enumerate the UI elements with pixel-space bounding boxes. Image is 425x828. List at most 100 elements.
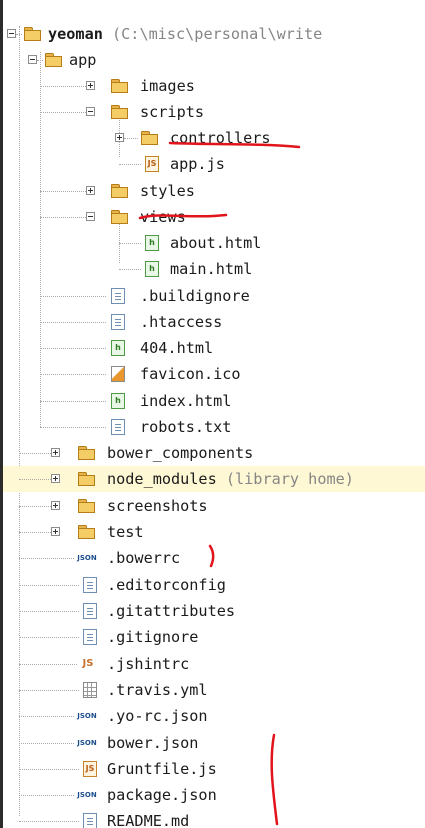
tree-node-scripts[interactable]: scripts: [3, 99, 425, 125]
tree-connector: [40, 217, 86, 218]
tree-node-yo-rc[interactable]: JSON .yo-rc.json: [3, 703, 425, 729]
node-label: scripts: [140, 103, 205, 121]
expand-toggle-icon[interactable]: [51, 448, 60, 457]
json-file-icon: JSON: [77, 554, 97, 562]
node-label: .travis.yml: [107, 681, 208, 699]
text-file-icon: [111, 419, 125, 435]
tree-connector: [19, 664, 77, 665]
collapse-toggle-icon[interactable]: [86, 107, 95, 116]
node-label: node_modules (library home): [107, 469, 354, 489]
folder-icon: [111, 79, 128, 93]
node-label: index.html: [140, 392, 232, 410]
node-label: robots.txt: [140, 418, 232, 436]
tree-node-gitattributes[interactable]: .gitattributes: [3, 598, 425, 624]
tree-node-bowerrc[interactable]: JSON .bowerrc: [3, 545, 425, 571]
folder-icon: [78, 525, 95, 539]
tree-node-jshintrc[interactable]: JS .jshintrc: [3, 651, 425, 677]
tree-node-app[interactable]: app: [3, 47, 425, 73]
tree-connector: [19, 637, 79, 638]
tree-node-buildignore[interactable]: .buildignore: [3, 283, 425, 309]
js-file-icon: JS: [145, 156, 159, 172]
tree-node-index-html[interactable]: h index.html: [3, 388, 425, 414]
node-label: bower.json: [107, 734, 199, 752]
tree-node-app-js[interactable]: JS app.js: [3, 151, 425, 177]
tree-connector: [19, 716, 74, 717]
tree-node-htaccess[interactable]: .htaccess: [3, 309, 425, 335]
tree-connector: [40, 296, 106, 297]
tree-node-editorconfig[interactable]: .editorconfig: [3, 572, 425, 598]
tree-node-screenshots[interactable]: screenshots: [3, 493, 425, 519]
expand-toggle-icon[interactable]: [51, 527, 60, 536]
json-file-icon: JSON: [77, 712, 97, 720]
tree-node-readme[interactable]: README.md: [3, 808, 425, 828]
tree-node-main-html[interactable]: h main.html: [3, 256, 425, 282]
tree-connector: [124, 138, 138, 139]
node-label: .yo-rc.json: [107, 707, 208, 725]
tree-connector: [19, 821, 79, 822]
html-file-icon: h: [145, 235, 159, 251]
tree-connector: [19, 453, 51, 454]
tree-node-controllers[interactable]: controllers: [3, 125, 425, 151]
tree-node-test[interactable]: test: [3, 519, 425, 545]
node-label: controllers: [170, 129, 271, 147]
expand-toggle-icon[interactable]: [86, 81, 95, 90]
tree-connector: [19, 506, 51, 507]
tree-node-about-html[interactable]: h about.html: [3, 230, 425, 256]
node-label: styles: [140, 182, 195, 200]
tree-connector: [119, 164, 141, 165]
tree-node-404-html[interactable]: h 404.html: [3, 335, 425, 361]
tree-node-bower-components[interactable]: bower_components: [3, 440, 425, 466]
tree-node-views[interactable]: views: [3, 204, 425, 230]
tree-connector: [19, 769, 79, 770]
node-label: .jshintrc: [107, 655, 190, 673]
node-label: main.html: [170, 260, 253, 278]
tree-node-gruntfile[interactable]: JS Gruntfile.js: [3, 756, 425, 782]
html-file-icon: h: [145, 261, 159, 277]
tree-node-robots[interactable]: robots.txt: [3, 414, 425, 440]
tree-connector: [40, 427, 106, 428]
tree-node-package-json[interactable]: JSON package.json: [3, 782, 425, 808]
text-file-icon: [111, 314, 125, 330]
collapse-toggle-icon[interactable]: [28, 55, 37, 64]
expand-toggle-icon[interactable]: [51, 501, 60, 510]
text-file-icon: [111, 288, 125, 304]
tree-node-travis[interactable]: .travis.yml: [3, 677, 425, 703]
tree-node-yeoman[interactable]: yeoman (C:\misc\personal\write: [3, 21, 425, 47]
text-file-icon: [83, 577, 97, 593]
tree-connector: [19, 743, 74, 744]
tree-connector: [40, 374, 106, 375]
tree-node-styles[interactable]: styles: [3, 178, 425, 204]
text-file-icon: [83, 813, 97, 828]
json-file-icon: JSON: [77, 739, 97, 747]
expand-toggle-icon[interactable]: [115, 133, 124, 142]
expand-toggle-icon[interactable]: [86, 186, 95, 195]
folder-icon: [111, 105, 128, 119]
tree-node-favicon[interactable]: favicon.ico: [3, 361, 425, 387]
tree-node-gitignore[interactable]: .gitignore: [3, 624, 425, 650]
folder-icon: [141, 131, 158, 145]
folder-icon: [45, 53, 62, 67]
collapse-toggle-icon[interactable]: [7, 29, 16, 38]
node-label: .gitignore: [107, 628, 199, 646]
tree-connector: [40, 401, 106, 402]
expand-toggle-icon[interactable]: [51, 474, 60, 483]
tree-node-bower-json[interactable]: JSON bower.json: [3, 730, 425, 756]
tree-connector: [19, 558, 74, 559]
folder-icon: [24, 27, 41, 41]
project-tree: yeoman (C:\misc\personal\write app image…: [0, 0, 425, 828]
tree-connector: [119, 269, 141, 270]
node-label: Gruntfile.js: [107, 760, 217, 778]
node-label: README.md: [107, 812, 190, 828]
node-label: bower_components: [107, 444, 254, 462]
tree-connector: [119, 243, 141, 244]
collapse-toggle-icon[interactable]: [86, 212, 95, 221]
tree-connector: [19, 479, 51, 480]
node-label: app: [69, 51, 97, 69]
library-home-note: (library home): [216, 470, 354, 488]
tree-node-node-modules[interactable]: node_modules (library home): [3, 466, 425, 492]
tree-connector: [19, 585, 79, 586]
text-file-icon: [83, 603, 97, 619]
tree-node-images[interactable]: images: [3, 73, 425, 99]
node-label: views: [140, 208, 186, 226]
yaml-file-icon: [83, 682, 97, 698]
